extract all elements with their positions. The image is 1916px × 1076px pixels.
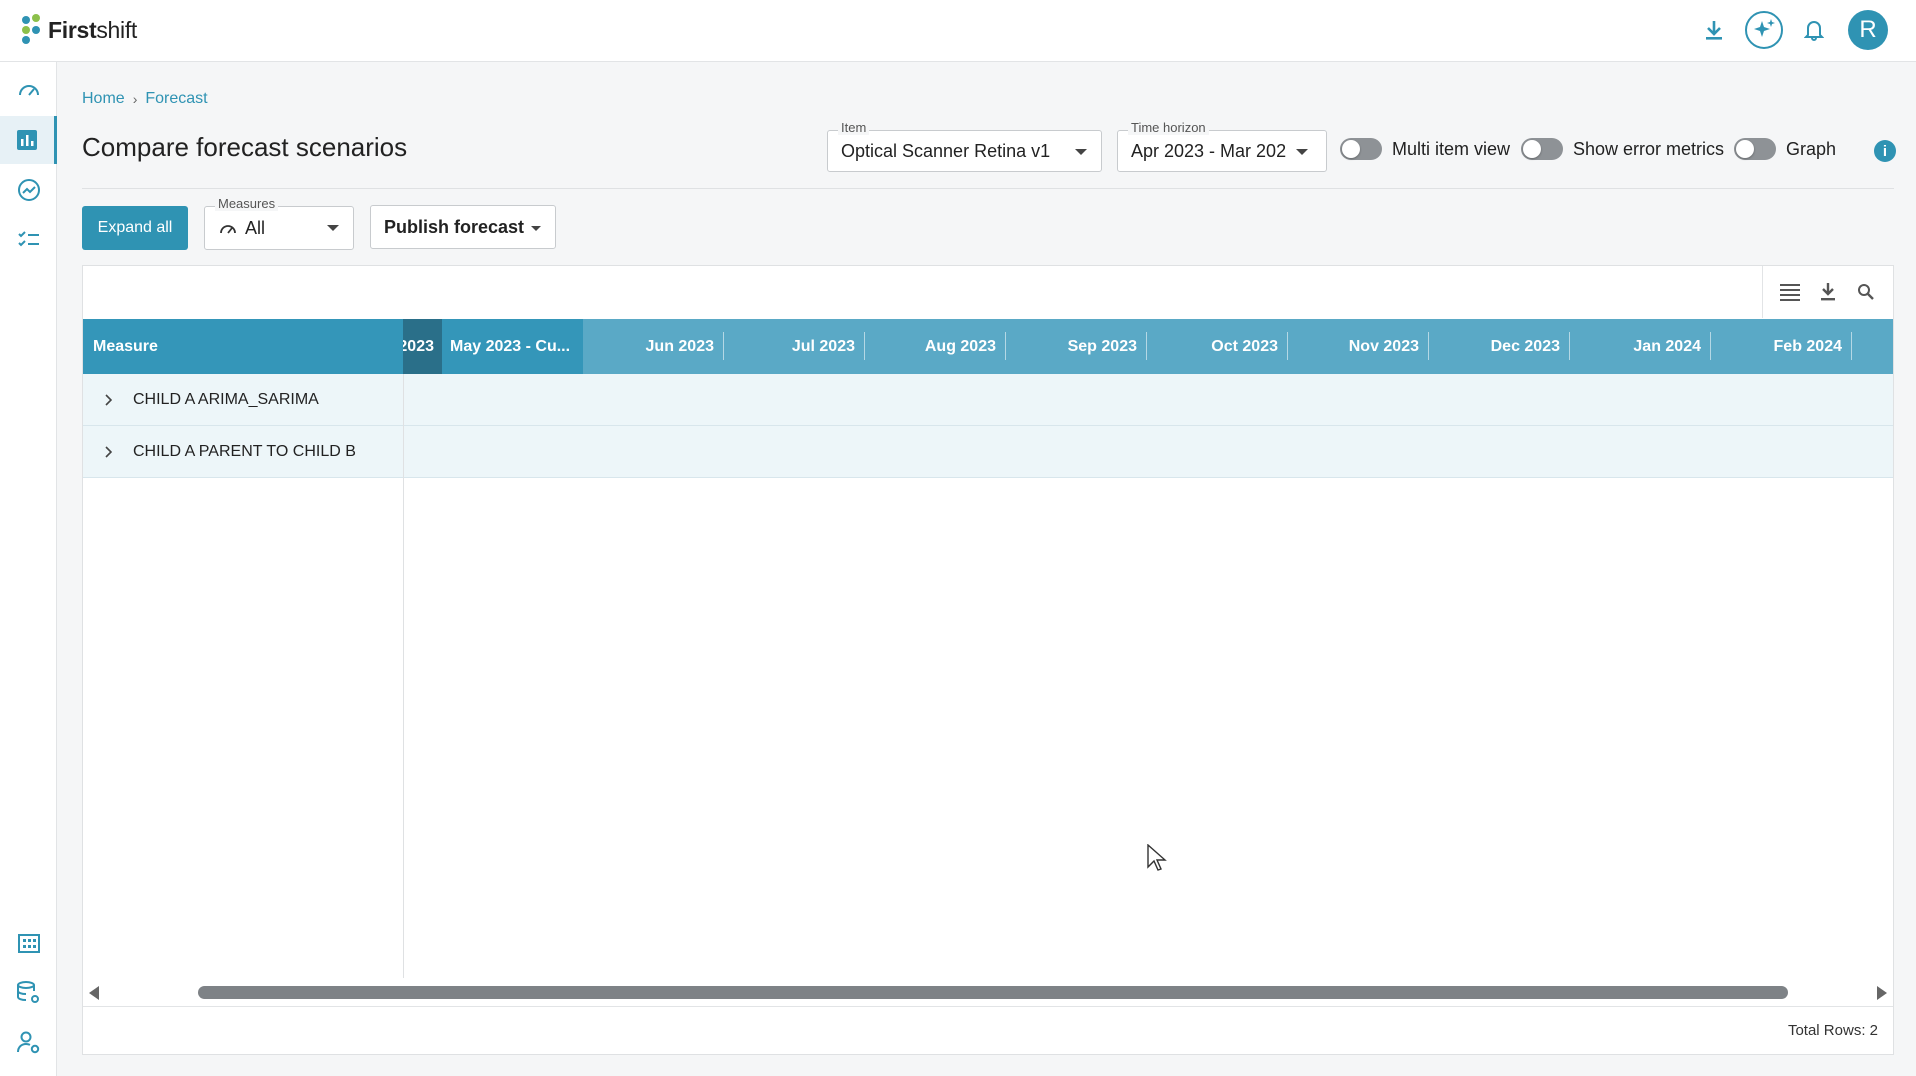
nav-forecast[interactable] (0, 116, 57, 164)
bar-chart-icon (17, 130, 37, 150)
trend-circle-icon (17, 179, 40, 201)
nav-analytics[interactable] (0, 166, 57, 214)
column-header[interactable]: 2023 (403, 319, 442, 374)
search-icon[interactable] (1847, 273, 1885, 311)
bell-icon[interactable] (1794, 10, 1834, 50)
publish-forecast-button[interactable]: Publish forecast (370, 205, 556, 249)
grid-footer: Total Rows: 2 (83, 1006, 1893, 1054)
logo-mark-icon (20, 14, 44, 46)
mouse-cursor-icon (1147, 844, 1167, 871)
measures-value: All (245, 217, 266, 238)
main-content: Home › Forecast Compare forecast scenari… (57, 62, 1916, 1076)
brand-name: Firstshift (48, 16, 138, 43)
column-menu-icon[interactable] (1771, 273, 1809, 311)
user-gear-icon (16, 1031, 39, 1054)
breadcrumb: Home › Forecast (82, 90, 208, 108)
column-header[interactable]: Feb 2024 (1711, 319, 1852, 374)
chevron-down-icon (327, 225, 339, 231)
nav-tasks[interactable] (0, 216, 57, 264)
graph-label: Graph (1786, 138, 1837, 159)
row-label: CHILD A ARIMA_SARIMA (133, 391, 319, 408)
column-header[interactable]: Jul 2023 (724, 319, 865, 374)
show-error-metrics-toggle-group: Show error metrics (1521, 138, 1724, 160)
column-header[interactable]: Dec 2023 (1429, 319, 1570, 374)
chevron-right-icon[interactable] (83, 446, 133, 458)
column-header[interactable]: Nov 2023 (1288, 319, 1429, 374)
scroll-left-icon[interactable] (89, 986, 99, 1000)
graph-toggle-group: Graph (1734, 138, 1836, 160)
checklist-icon (17, 231, 39, 247)
breadcrumb-forecast[interactable]: Forecast (145, 90, 207, 108)
side-nav (0, 62, 57, 1076)
firstshift-logo[interactable]: Firstshift (20, 14, 137, 46)
table-row[interactable]: CHILD A ARIMA_SARIMA (83, 374, 1893, 426)
item-select-label: Item (838, 120, 870, 135)
total-rows-count: Total Rows: 2 (1787, 1022, 1878, 1039)
measure-column-header[interactable]: Measure (83, 319, 403, 374)
page-title: Compare forecast scenarios (82, 132, 408, 162)
chevron-right-icon[interactable] (83, 394, 133, 406)
time-horizon-select[interactable]: Time horizon Apr 2023 - Mar 202 (1117, 120, 1327, 172)
download-icon[interactable] (1694, 10, 1734, 50)
database-gear-icon (16, 981, 39, 1003)
grid-toolbar (1762, 266, 1893, 318)
chevron-down-icon (1296, 149, 1308, 155)
nav-dashboard[interactable] (0, 66, 57, 114)
grid-header: 2023 May 2023 - Cu... Jun 2023 Jul 2023 … (83, 319, 1893, 374)
expand-all-button[interactable]: Expand all (82, 206, 188, 250)
column-header[interactable]: Sep 2023 (1006, 319, 1147, 374)
row-label: CHILD A PARENT TO CHILD B (133, 443, 356, 460)
time-horizon-label: Time horizon (1128, 120, 1209, 135)
time-horizon-value: Apr 2023 - Mar 202 (1131, 140, 1286, 161)
scroll-right-icon[interactable] (1877, 986, 1887, 1000)
measures-label: Measures (215, 196, 279, 211)
ai-assistant-icon[interactable] (1744, 10, 1784, 50)
horizontal-scrollbar[interactable] (83, 980, 1893, 1004)
user-avatar[interactable]: R (1848, 10, 1888, 50)
multi-item-view-toggle-group: Multi item view (1340, 138, 1510, 160)
multi-item-view-label: Multi item view (1392, 138, 1511, 159)
multi-item-view-toggle[interactable] (1340, 138, 1382, 160)
nav-user-settings[interactable] (0, 1019, 57, 1067)
graph-toggle[interactable] (1734, 138, 1776, 160)
column-header[interactable]: Jun 2023 (583, 319, 724, 374)
column-header[interactable]: Oct 2023 (1147, 319, 1288, 374)
scrollbar-thumb[interactable] (198, 986, 1788, 999)
table-row[interactable]: CHILD A PARENT TO CHILD B (83, 426, 1893, 478)
item-select[interactable]: Item Optical Scanner Retina v1 (827, 120, 1102, 172)
column-header[interactable]: May 2023 - Cu... (442, 319, 583, 374)
measures-select[interactable]: Measures All (204, 196, 354, 250)
chevron-down-icon (531, 226, 542, 231)
building-icon (17, 934, 40, 953)
header-divider (82, 188, 1894, 189)
breadcrumb-home[interactable]: Home (82, 90, 125, 108)
pinned-column-divider (403, 374, 404, 978)
show-error-metrics-label: Show error metrics (1573, 138, 1725, 159)
nav-data-settings[interactable] (0, 969, 57, 1017)
top-bar: Firstshift R (0, 0, 1916, 62)
gauge-icon (18, 85, 39, 96)
chevron-down-icon (1075, 149, 1087, 155)
nav-organization[interactable] (0, 919, 57, 967)
info-icon[interactable]: i (1874, 140, 1896, 162)
breadcrumb-separator: › (132, 91, 138, 107)
forecast-grid: 2023 May 2023 - Cu... Jun 2023 Jul 2023 … (82, 265, 1894, 1055)
show-error-metrics-toggle[interactable] (1521, 138, 1563, 160)
export-download-icon[interactable] (1809, 273, 1847, 311)
gauge-icon (220, 225, 236, 234)
column-header[interactable]: Aug 2023 (865, 319, 1006, 374)
item-select-value: Optical Scanner Retina v1 (841, 140, 1051, 161)
column-header[interactable]: Jan 2024 (1570, 319, 1711, 374)
publish-forecast-label: Publish forecast (384, 216, 525, 237)
